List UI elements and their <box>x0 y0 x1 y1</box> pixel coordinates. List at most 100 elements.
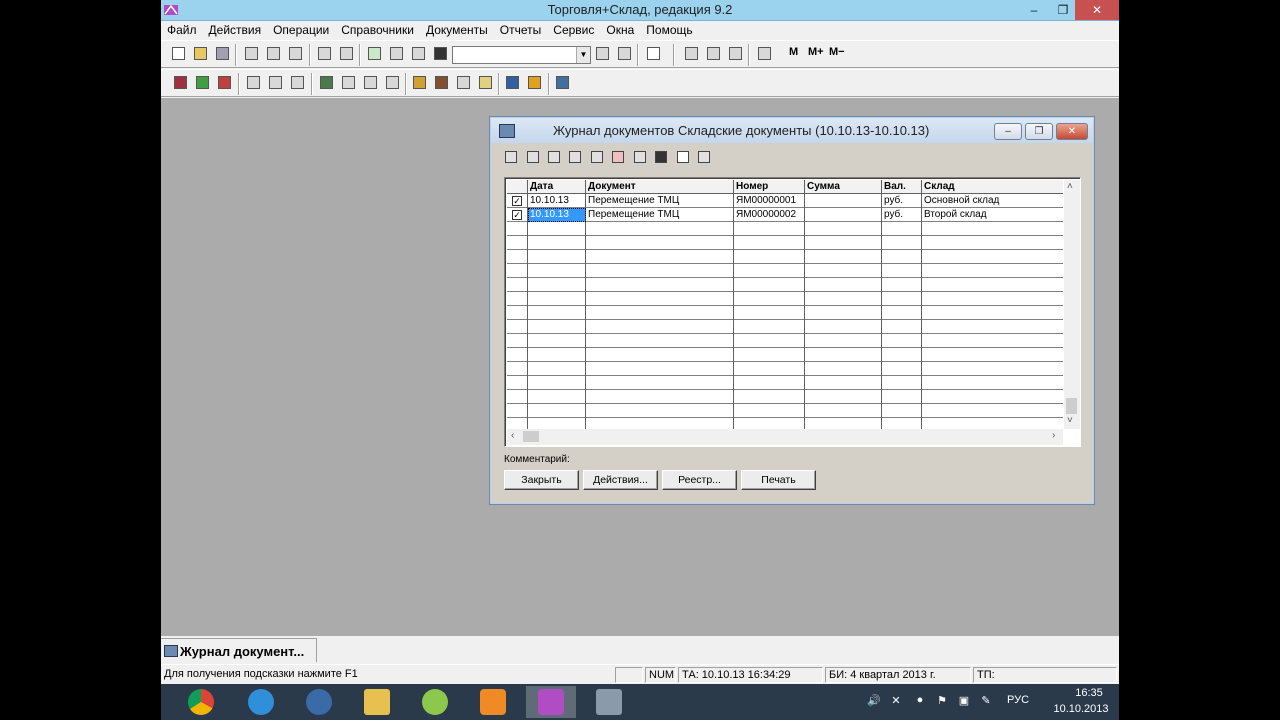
close-journal-button[interactable]: Закрыть <box>504 470 579 490</box>
open-icon[interactable] <box>192 45 209 62</box>
cell-empty[interactable] <box>805 348 882 362</box>
cell-warehouse[interactable]: Второй склад <box>922 208 1063 222</box>
table-row-empty[interactable] <box>507 278 1063 292</box>
cell-empty[interactable] <box>507 348 528 362</box>
clock-time[interactable]: 16:35 <box>1059 687 1119 699</box>
cell-empty[interactable] <box>922 250 1063 264</box>
cell-empty[interactable] <box>922 306 1063 320</box>
cell-empty[interactable] <box>805 236 882 250</box>
cell-document[interactable]: Перемещение ТМЦ <box>586 194 734 208</box>
window-tab-journal[interactable]: Журнал документ... <box>161 638 317 662</box>
app-icon[interactable] <box>410 686 460 718</box>
cell-empty[interactable] <box>882 236 922 250</box>
print-icon[interactable] <box>316 45 333 62</box>
invoice-icon[interactable] <box>455 74 472 91</box>
table-row-empty[interactable] <box>507 222 1063 236</box>
calculator-icon[interactable] <box>683 45 700 62</box>
cell-empty[interactable] <box>734 264 805 278</box>
cell-empty[interactable] <box>586 236 734 250</box>
cell-empty[interactable] <box>586 390 734 404</box>
tray-app-icon[interactable]: ✕ <box>889 694 903 708</box>
scroll-right-icon[interactable]: › <box>1052 430 1055 441</box>
search-icon[interactable] <box>653 149 669 165</box>
cell-empty[interactable] <box>805 390 882 404</box>
actions-button[interactable]: Действия... <box>583 470 658 490</box>
cell-empty[interactable] <box>734 390 805 404</box>
cell-empty[interactable] <box>528 320 586 334</box>
cell-empty[interactable] <box>586 222 734 236</box>
cell-document[interactable]: Перемещение ТМЦ <box>586 208 734 222</box>
menu-help[interactable]: Помощь <box>640 21 698 40</box>
menu-file[interactable]: Файл <box>161 21 203 40</box>
cell-number[interactable]: ЯМ00000002 <box>734 208 805 222</box>
cell-empty[interactable] <box>528 376 586 390</box>
cell-date-selected[interactable]: 10.10.13 <box>528 208 586 222</box>
cell-empty[interactable] <box>528 278 586 292</box>
cell-empty[interactable] <box>922 334 1063 348</box>
column-header-number[interactable]: Номер <box>734 180 805 194</box>
cell-empty[interactable] <box>507 334 528 348</box>
help-icon[interactable] <box>675 149 691 165</box>
view-document-icon[interactable] <box>546 149 562 165</box>
goods-icon[interactable] <box>411 74 428 91</box>
menu-operations[interactable]: Операции <box>267 21 335 40</box>
replace-icon[interactable] <box>616 45 633 62</box>
scroll-down-icon[interactable]: ˅ <box>1067 415 1073 426</box>
internet-explorer-icon[interactable] <box>236 686 286 718</box>
menu-actions[interactable]: Действия <box>203 21 268 40</box>
cell-empty[interactable] <box>507 264 528 278</box>
copy-document-icon[interactable] <box>589 149 605 165</box>
cell-empty[interactable] <box>528 264 586 278</box>
print-preview-icon[interactable] <box>338 45 355 62</box>
cell-empty[interactable] <box>805 376 882 390</box>
menu-reports[interactable]: Отчеты <box>494 21 547 40</box>
delete-document-icon[interactable] <box>610 149 626 165</box>
help-icon[interactable] <box>645 45 662 62</box>
cell-empty[interactable] <box>805 306 882 320</box>
cell-empty[interactable] <box>734 236 805 250</box>
remote-desktop-icon[interactable] <box>584 686 634 718</box>
cell-empty[interactable] <box>528 236 586 250</box>
close-button[interactable]: ✕ <box>1075 0 1119 20</box>
cell-empty[interactable] <box>507 236 528 250</box>
cell-empty[interactable] <box>922 292 1063 306</box>
cell-empty[interactable] <box>528 418 586 429</box>
bank-icon[interactable] <box>340 74 357 91</box>
cell-empty[interactable] <box>882 376 922 390</box>
cell-empty[interactable] <box>805 334 882 348</box>
cell-empty[interactable] <box>528 334 586 348</box>
table-row-empty[interactable] <box>507 362 1063 376</box>
volume-icon[interactable]: 🔊 <box>867 694 881 708</box>
cell-empty[interactable] <box>805 222 882 236</box>
cell-empty[interactable] <box>882 348 922 362</box>
new-icon[interactable] <box>170 45 187 62</box>
cell-empty[interactable] <box>507 390 528 404</box>
cell-empty[interactable] <box>507 222 528 236</box>
cell-empty[interactable] <box>805 320 882 334</box>
cell-empty[interactable] <box>586 362 734 376</box>
cell-empty[interactable] <box>734 222 805 236</box>
language-indicator[interactable]: РУС <box>1007 694 1029 706</box>
cell-empty[interactable] <box>882 278 922 292</box>
cell-empty[interactable] <box>882 306 922 320</box>
cell-empty[interactable] <box>507 418 528 429</box>
undo-icon[interactable] <box>388 45 405 62</box>
cell-empty[interactable] <box>586 320 734 334</box>
table-row-empty[interactable] <box>507 390 1063 404</box>
table-row-empty[interactable] <box>507 306 1063 320</box>
cell-empty[interactable] <box>507 376 528 390</box>
calc-icon[interactable] <box>526 74 543 91</box>
journal-title-bar[interactable]: Журнал документов Складские документы (1… <box>491 118 1093 143</box>
cash-icon[interactable] <box>433 74 450 91</box>
cell-empty[interactable] <box>507 250 528 264</box>
cell-empty[interactable] <box>586 404 734 418</box>
cell-empty[interactable] <box>528 390 586 404</box>
cell-empty[interactable] <box>734 362 805 376</box>
cell-empty[interactable] <box>586 418 734 429</box>
network-icon[interactable]: ▣ <box>957 694 971 708</box>
app-title-bar[interactable]: Торговля+Склад, редакция 9.2 – ❐ ✕ <box>161 0 1119 21</box>
cell-empty[interactable] <box>586 292 734 306</box>
cell-empty[interactable] <box>507 362 528 376</box>
cell-empty[interactable] <box>507 278 528 292</box>
horizontal-scrollbar[interactable]: ‹ › <box>507 429 1063 445</box>
